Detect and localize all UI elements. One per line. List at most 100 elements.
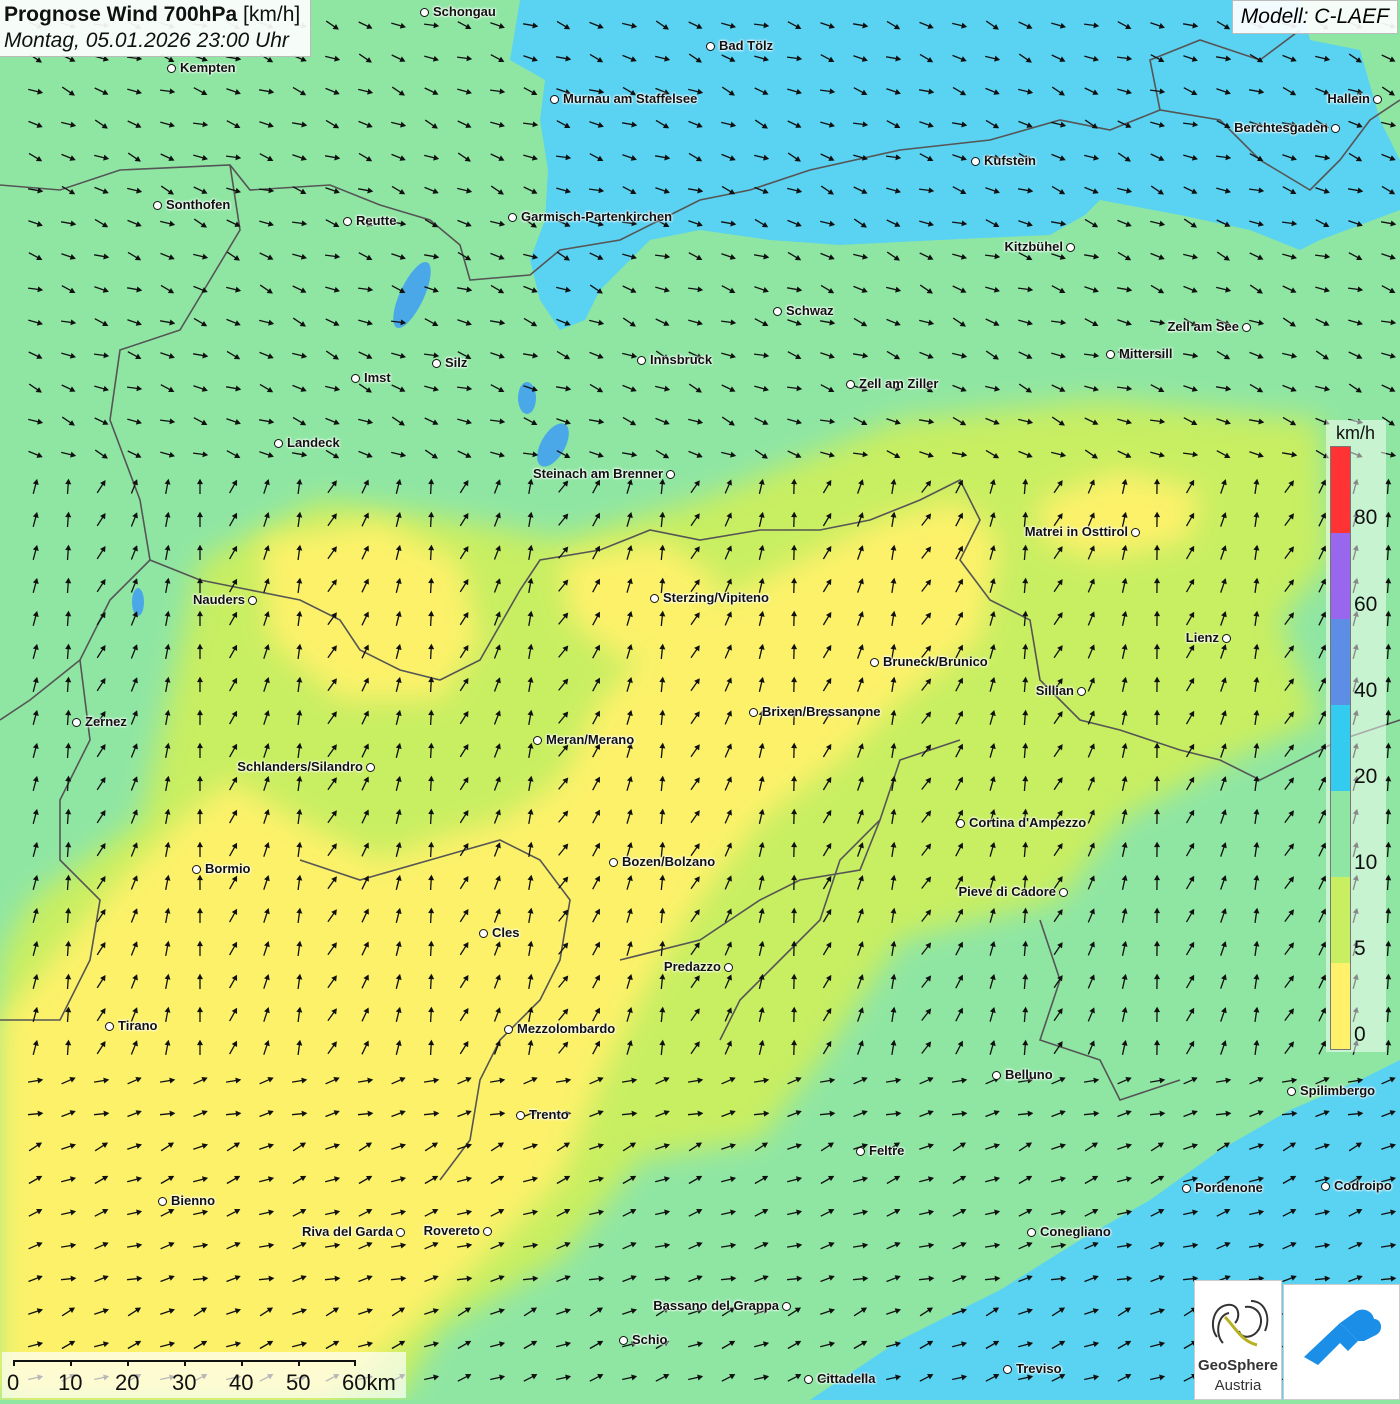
scale-tick xyxy=(184,1360,186,1366)
city-marker-sillian xyxy=(1077,687,1086,696)
city-marker-kufstein xyxy=(971,157,980,166)
city-label-mezzolombardo: Mezzolombardo xyxy=(517,1021,615,1036)
city-marker-garmisch xyxy=(508,213,517,222)
city-label-bienno: Bienno xyxy=(171,1193,215,1208)
city-marker-bozen xyxy=(609,858,618,867)
city-marker-pordenone xyxy=(1182,1184,1191,1193)
city-marker-mittersill xyxy=(1106,350,1115,359)
scale-label: 50 xyxy=(286,1370,310,1396)
city-label-bormio: Bormio xyxy=(205,861,251,876)
legend-seg-0 xyxy=(1331,963,1350,1049)
city-label-murnau: Murnau am Staffelsee xyxy=(563,91,697,106)
city-label-schwaz: Schwaz xyxy=(786,303,834,318)
city-marker-kempten xyxy=(167,64,176,73)
legend-seg-3 xyxy=(1331,877,1350,963)
city-marker-bassano xyxy=(782,1302,791,1311)
city-marker-imst xyxy=(351,374,360,383)
city-marker-zell-am-ziller xyxy=(846,380,855,389)
city-marker-bienno xyxy=(158,1197,167,1206)
city-label-bozen: Bozen/Bolzano xyxy=(622,854,715,869)
city-marker-conegliano xyxy=(1027,1228,1036,1237)
city-marker-belluno xyxy=(992,1071,1001,1080)
city-label-innsbruck: Innsbruck xyxy=(650,352,712,367)
legend-label-5: 5 xyxy=(1354,937,1366,961)
city-label-schlanders: Schlanders/Silandro xyxy=(237,759,363,774)
scale-label: 0 xyxy=(7,1370,19,1396)
city-label-pordenone: Pordenone xyxy=(1195,1180,1263,1195)
city-marker-silz xyxy=(432,359,441,368)
city-label-tirano: Tirano xyxy=(118,1018,158,1033)
city-marker-zernez xyxy=(72,718,81,727)
city-marker-schwaz xyxy=(773,307,782,316)
scale-label: 20 xyxy=(115,1370,139,1396)
legend-seg-8 xyxy=(1331,791,1350,877)
city-marker-nauders xyxy=(248,596,257,605)
city-marker-cittadella xyxy=(804,1375,813,1384)
city-marker-trento xyxy=(516,1111,525,1120)
city-label-belluno: Belluno xyxy=(1005,1067,1053,1082)
scale-tick xyxy=(13,1360,15,1366)
city-label-zell-am-see: Zell am See xyxy=(1167,319,1239,334)
city-marker-reutte xyxy=(343,217,352,226)
city-label-bad-toelz: Bad Tölz xyxy=(719,38,773,53)
city-label-lienz: Lienz xyxy=(1186,630,1219,645)
city-label-landeck: Landeck xyxy=(287,435,340,450)
city-label-garmisch: Garmisch-Partenkirchen xyxy=(521,209,672,224)
city-label-schongau: Schongau xyxy=(433,4,496,19)
city-marker-pieve xyxy=(1059,888,1068,897)
city-marker-lienz xyxy=(1222,634,1231,643)
color-legend: km/h 80 60 40 20 10 5 0 xyxy=(1326,420,1386,1052)
city-label-reutte: Reutte xyxy=(356,213,396,228)
city-label-rovereto: Rovereto xyxy=(424,1223,480,1238)
city-label-sillian: Sillian xyxy=(1036,683,1074,698)
city-label-feltre: Feltre xyxy=(869,1143,904,1158)
city-marker-riva xyxy=(396,1228,405,1237)
city-label-sonthofen: Sonthofen xyxy=(166,197,230,212)
city-label-kempten: Kempten xyxy=(180,60,236,75)
city-marker-treviso xyxy=(1003,1365,1012,1374)
city-marker-sterzing xyxy=(650,594,659,603)
city-marker-landeck xyxy=(274,439,283,448)
city-marker-rovereto xyxy=(483,1227,492,1236)
city-label-sterzing: Sterzing/Vipiteno xyxy=(663,590,769,605)
scale-label: 40 xyxy=(229,1370,253,1396)
city-marker-brixen xyxy=(749,708,758,717)
city-label-spilimbergo: Spilimbergo xyxy=(1300,1083,1375,1098)
city-marker-hallein xyxy=(1373,95,1382,104)
legend-bar xyxy=(1330,446,1351,1050)
city-label-predazzo: Predazzo xyxy=(664,959,721,974)
city-label-pieve: Pieve di Cadore xyxy=(958,884,1056,899)
model-label: Modell: C-LAEF xyxy=(1232,0,1398,34)
city-marker-steinach xyxy=(666,470,675,479)
city-label-steinach: Steinach am Brenner xyxy=(533,466,663,481)
scale-bar: 0 10 20 30 40 50 60km xyxy=(2,1352,406,1398)
city-marker-schio xyxy=(619,1336,628,1345)
city-label-conegliano: Conegliano xyxy=(1040,1224,1111,1239)
city-label-meran: Meran/Merano xyxy=(546,732,634,747)
legend-label-20: 20 xyxy=(1354,765,1377,789)
legend-label-60: 60 xyxy=(1354,593,1377,617)
scale-tick xyxy=(298,1360,300,1366)
city-marker-predazzo xyxy=(724,963,733,972)
city-label-cittadella: Cittadella xyxy=(817,1371,876,1386)
city-marker-schongau xyxy=(420,8,429,17)
title-box: Prognose Wind 700hPa [km/h] Montag, 05.0… xyxy=(0,0,311,57)
city-label-zernez: Zernez xyxy=(85,714,127,729)
city-marker-innsbruck xyxy=(637,356,646,365)
city-marker-spilimbergo xyxy=(1287,1087,1296,1096)
city-marker-berchtesgaden xyxy=(1331,124,1340,133)
city-label-riva: Riva del Garda xyxy=(302,1224,393,1239)
city-marker-cles xyxy=(479,929,488,938)
legend-label-10: 10 xyxy=(1354,851,1377,875)
city-label-trento: Trento xyxy=(529,1107,569,1122)
weather-app-logo xyxy=(1283,1284,1400,1400)
scale-tick xyxy=(354,1360,356,1366)
legend-label-0: 0 xyxy=(1354,1023,1366,1047)
logo-name: GeoSphere xyxy=(1195,1357,1281,1374)
city-marker-matrei xyxy=(1131,528,1140,537)
city-label-mittersill: Mittersill xyxy=(1119,346,1172,361)
city-marker-feltre xyxy=(856,1147,865,1156)
city-label-nauders: Nauders xyxy=(193,592,245,607)
city-label-codroipo: Codroipo xyxy=(1334,1178,1392,1193)
scale-tick xyxy=(127,1360,129,1366)
